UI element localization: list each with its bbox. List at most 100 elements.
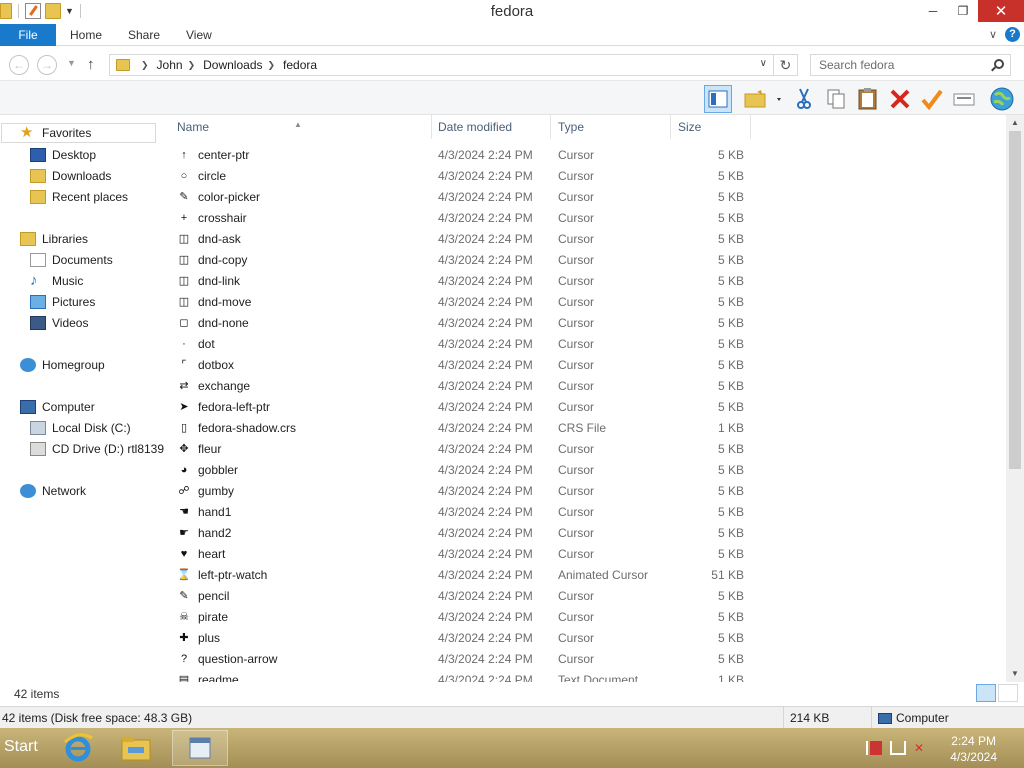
minimize-button[interactable]: ─ xyxy=(918,0,948,22)
breadcrumb-fedora[interactable]: fedora xyxy=(283,58,317,72)
file-row[interactable]: ✎ color-picker 4/3/2024 2:24 PM Cursor 5 KB xyxy=(168,187,768,208)
file-row[interactable]: ☛ hand2 4/3/2024 2:24 PM Cursor 5 KB xyxy=(168,523,768,544)
file-row[interactable]: ♥ heart 4/3/2024 2:24 PM Cursor 5 KB xyxy=(168,544,768,565)
breadcrumb-downloads[interactable]: Downloads xyxy=(203,58,262,72)
file-row[interactable]: ◻ dnd-none 4/3/2024 2:24 PM Cursor 5 KB xyxy=(168,313,768,334)
file-row[interactable]: ☍ gumby 4/3/2024 2:24 PM Cursor 5 KB xyxy=(168,481,768,502)
clock[interactable]: 2:24 PM 4/3/2024 xyxy=(950,733,997,765)
nav-libraries[interactable]: Libraries xyxy=(20,229,88,249)
scroll-thumb[interactable] xyxy=(1009,131,1021,469)
up-button[interactable]: ↑ xyxy=(87,56,95,73)
delete-button[interactable] xyxy=(886,85,914,113)
properties-button[interactable] xyxy=(950,85,978,113)
network-status-icon[interactable] xyxy=(890,741,906,755)
breadcrumb-john[interactable]: John xyxy=(157,58,183,72)
taskbar-open-window[interactable] xyxy=(172,730,228,766)
nav-computer[interactable]: Computer xyxy=(20,397,95,417)
file-size: 5 KB xyxy=(717,253,744,267)
action-center-flag-icon[interactable] xyxy=(866,741,882,755)
nav-documents-label: Documents xyxy=(52,253,113,267)
nav-recent-places[interactable]: Recent places xyxy=(30,187,128,207)
breadcrumb-separator-icon[interactable]: ❯ xyxy=(188,60,196,71)
file-size: 5 KB xyxy=(717,148,744,162)
file-row[interactable]: ◫ dnd-move 4/3/2024 2:24 PM Cursor 5 KB xyxy=(168,292,768,313)
search-icon[interactable] xyxy=(994,59,1004,69)
file-row[interactable]: ➤ fedora-left-ptr 4/3/2024 2:24 PM Cursor 5 … xyxy=(168,397,768,418)
column-header-size[interactable]: Size xyxy=(669,115,751,139)
file-row[interactable]: ⌛ left-ptr-watch 4/3/2024 2:24 PM Animated … xyxy=(168,565,768,586)
file-row[interactable]: ? question-arrow 4/3/2024 2:24 PM Cursor 5 K… xyxy=(168,649,768,670)
nav-videos[interactable]: Videos xyxy=(30,313,88,333)
file-row[interactable]: ✎ pencil 4/3/2024 2:24 PM Cursor 5 KB xyxy=(168,586,768,607)
downloads-icon xyxy=(30,169,46,183)
tab-share[interactable]: Share xyxy=(114,24,174,46)
clock-date: 4/3/2024 xyxy=(950,750,997,764)
address-bar[interactable]: ❯ John ❯ Downloads ❯ fedora ∨ xyxy=(109,54,774,76)
nav-network-label: Network xyxy=(42,484,87,498)
nav-network[interactable]: Network xyxy=(20,481,86,501)
details-view-button[interactable] xyxy=(976,684,996,702)
file-row[interactable]: ↑ center-ptr 4/3/2024 2:24 PM Cursor 5 KB xyxy=(168,145,768,166)
close-button[interactable]: ✕ xyxy=(978,0,1024,22)
column-header-type[interactable]: Type xyxy=(549,115,671,139)
file-row[interactable]: ☠ pirate 4/3/2024 2:24 PM Cursor 5 KB xyxy=(168,607,768,628)
help-icon[interactable]: ? xyxy=(1005,27,1020,42)
taskbar-internet-explorer[interactable] xyxy=(50,730,106,766)
nav-desktop[interactable]: Desktop xyxy=(30,145,96,165)
tab-file[interactable]: File xyxy=(0,24,56,46)
tab-home[interactable]: Home xyxy=(56,24,116,46)
nav-cd-drive[interactable]: CD Drive (D:) rtl8139 xyxy=(30,439,164,459)
expand-ribbon-chevron-icon[interactable]: ∨ xyxy=(989,28,997,41)
new-folder-button[interactable] xyxy=(742,85,784,113)
forward-button[interactable]: → xyxy=(37,55,57,75)
file-row[interactable]: ▯ fedora-shadow.crs 4/3/2024 2:24 PM CRS Fi… xyxy=(168,418,768,439)
file-row[interactable]: ✚ plus 4/3/2024 2:24 PM Cursor 5 KB xyxy=(168,628,768,649)
cursor-file-icon: ☛ xyxy=(179,527,189,539)
restore-button[interactable]: ❐ xyxy=(948,0,978,22)
nav-favorites[interactable]: ★ Favorites xyxy=(1,123,156,143)
refresh-button[interactable]: ↻ xyxy=(774,54,798,76)
copy-button[interactable] xyxy=(822,85,850,113)
file-row[interactable]: ◕ gobbler 4/3/2024 2:24 PM Cursor 5 KB xyxy=(168,460,768,481)
paste-button[interactable] xyxy=(854,85,882,113)
file-row[interactable]: ▤ readme 4/3/2024 2:24 PM Text Document 1 KB xyxy=(168,670,768,682)
volume-muted-icon[interactable]: ✕ xyxy=(914,741,930,755)
start-button[interactable]: Start xyxy=(4,738,38,756)
file-size: 5 KB xyxy=(717,379,744,393)
file-row[interactable]: ⌜ dotbox 4/3/2024 2:24 PM Cursor 5 KB xyxy=(168,355,768,376)
recent-locations-chevron-icon[interactable]: ▼ xyxy=(67,58,76,68)
nav-homegroup[interactable]: Homegroup xyxy=(20,355,105,375)
file-row[interactable]: ✥ fleur 4/3/2024 2:24 PM Cursor 5 KB xyxy=(168,439,768,460)
file-row[interactable]: ⇄ exchange 4/3/2024 2:24 PM Cursor 5 KB xyxy=(168,376,768,397)
search-input[interactable]: Search fedora xyxy=(810,54,1011,76)
taskbar-file-explorer[interactable] xyxy=(108,730,164,766)
file-row[interactable]: · dot 4/3/2024 2:24 PM Cursor 5 KB xyxy=(168,334,768,355)
vertical-scrollbar[interactable]: ▲ ▼ xyxy=(1006,115,1024,682)
address-history-chevron-icon[interactable]: ∨ xyxy=(760,58,767,69)
file-row[interactable]: ◫ dnd-link 4/3/2024 2:24 PM Cursor 5 KB xyxy=(168,271,768,292)
scroll-down-icon[interactable]: ▼ xyxy=(1006,666,1024,682)
large-icons-view-button[interactable] xyxy=(998,684,1018,702)
breadcrumb-separator-icon[interactable]: ❯ xyxy=(141,60,149,71)
preview-pane-button[interactable] xyxy=(704,85,732,113)
column-header-name[interactable]: Name ▲ xyxy=(168,115,432,139)
nav-music[interactable]: ♪ Music xyxy=(30,271,83,291)
file-row[interactable]: + crosshair 4/3/2024 2:24 PM Cursor 5 KB xyxy=(168,208,768,229)
scroll-up-icon[interactable]: ▲ xyxy=(1006,115,1024,131)
file-row[interactable]: ◫ dnd-copy 4/3/2024 2:24 PM Cursor 5 KB xyxy=(168,250,768,271)
column-header-date[interactable]: Date modified xyxy=(429,115,551,139)
file-row[interactable]: ☚ hand1 4/3/2024 2:24 PM Cursor 5 KB xyxy=(168,502,768,523)
rename-button[interactable] xyxy=(918,85,946,113)
nav-documents[interactable]: Documents xyxy=(30,250,113,270)
nav-downloads[interactable]: Downloads xyxy=(30,166,111,186)
file-row[interactable]: ○ circle 4/3/2024 2:24 PM Cursor 5 KB xyxy=(168,166,768,187)
tab-view[interactable]: View xyxy=(172,24,226,46)
back-button[interactable]: ← xyxy=(9,55,29,75)
file-date: 4/3/2024 2:24 PM xyxy=(438,232,533,246)
globe-button[interactable] xyxy=(988,85,1016,113)
breadcrumb-separator-icon[interactable]: ❯ xyxy=(268,60,276,71)
nav-local-disk[interactable]: Local Disk (C:) xyxy=(30,418,131,438)
file-row[interactable]: ◫ dnd-ask 4/3/2024 2:24 PM Cursor 5 KB xyxy=(168,229,768,250)
nav-pictures[interactable]: Pictures xyxy=(30,292,95,312)
cut-button[interactable] xyxy=(790,85,818,113)
